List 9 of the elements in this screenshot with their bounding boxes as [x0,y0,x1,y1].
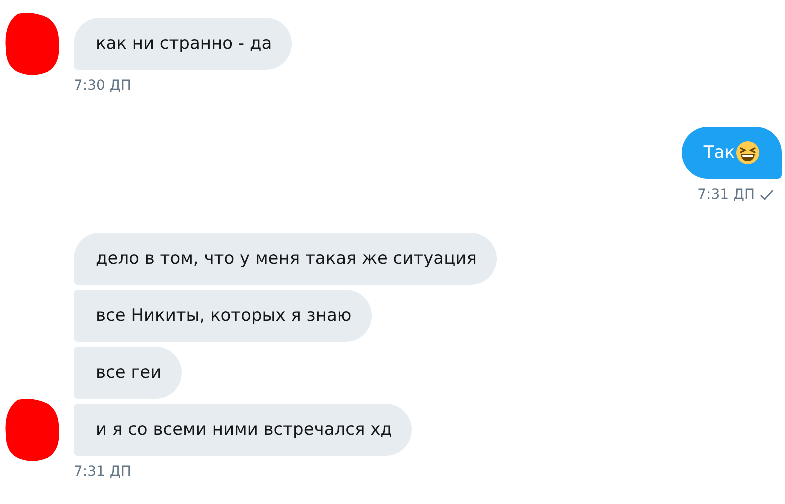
message-bubble: как ни странно - да [74,18,292,70]
message-time: 7:31 ДП [698,187,755,203]
message-bubble: все геи [74,347,182,399]
message-bubble: все Никиты, которых я знаю [74,290,372,342]
message-bubble: Так [682,127,782,179]
message-time: 7:31 ДП [74,464,132,480]
message-bubble: дело в том, что у меня такая же ситуация [74,233,497,285]
message-time: 7:30 ДП [74,78,132,94]
message-bubble: и я со всеми ними встречался хд [74,404,412,456]
